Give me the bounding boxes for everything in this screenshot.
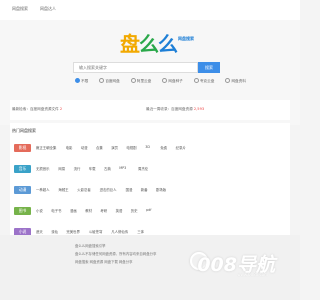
search-options: 不限 百度网盘 阿里云盘 网盘种子 夸克云盘 网盘资料	[75, 78, 256, 84]
watermark-url: www.008fl.com	[237, 272, 268, 277]
option-all[interactable]: 不限	[75, 78, 93, 83]
search-button[interactable]: 搜索	[198, 62, 220, 73]
hot-keyword[interactable]: 车载	[89, 166, 96, 171]
footer-links[interactable]: 网盘搜索 网盘资源 网盘下载 网盘分享	[75, 259, 132, 264]
hot-keyword[interactable]: 国漫	[126, 187, 133, 192]
footer-line-1: 盘么么网盘搜索引擎	[75, 244, 106, 248]
stats-bar: 最新检索：百度网盘资源文件 2 最近一周收录：百度网盘资源 2,593	[10, 100, 290, 120]
hot-keyword[interactable]: 三体	[137, 229, 144, 234]
hot-keyword[interactable]: 新番	[141, 187, 148, 192]
category-tag[interactable]: 音乐	[14, 165, 31, 173]
hot-keyword[interactable]: 斗破苍穹	[89, 229, 103, 234]
hot-keyword[interactable]: 诛仙	[51, 229, 58, 234]
hot-search-panel: 热门网盘搜索 影视 雍正王朝全集 电影 动漫 合集 演员 电视剧 3D 免费 纪录片 音乐 无损音乐网…	[10, 123, 290, 250]
hot-row: 动漫 一拳超人 海贼王 火影忍者 进击的巨人 国漫 新番 剧场版	[12, 183, 288, 197]
hot-row: 音乐 无损音乐 网易 流行 车载 古典 MP3 周杰伦	[12, 162, 288, 176]
hot-keyword[interactable]: 免费	[160, 145, 167, 150]
footer-line-2: 盘么么不存储任何网盘资源，所有内容均来自网盘分享	[75, 252, 157, 256]
hot-row: 影视 雍正王朝全集 电影 动漫 合集 演员 电视剧 3D 免费 纪录片	[12, 141, 288, 155]
category-tag[interactable]: 影视	[14, 144, 31, 152]
hot-keyword[interactable]: 电视剧	[126, 145, 136, 150]
category-tag[interactable]: 图书	[14, 207, 31, 215]
option-torrent[interactable]: 网盘种子	[162, 78, 187, 83]
site-logo[interactable]: 盘么么	[120, 28, 178, 57]
hot-keyword[interactable]: 教材	[85, 208, 92, 213]
option-aliyun[interactable]: 阿里云盘	[130, 78, 156, 83]
option-material[interactable]: 网盘资料	[225, 78, 250, 83]
search-input[interactable]	[73, 62, 198, 73]
hot-keyword[interactable]: pdf	[146, 208, 152, 212]
hot-keyword[interactable]: 周杰伦	[138, 166, 148, 171]
hot-keyword[interactable]: 一拳超人	[36, 187, 50, 192]
logo-subtitle: 网盘搜索	[178, 36, 194, 41]
panel-title: 热门网盘搜索	[12, 128, 36, 133]
hot-keyword[interactable]: 剧场版	[156, 187, 166, 192]
hot-keyword[interactable]: 凡人修仙传	[111, 229, 128, 234]
hot-keyword[interactable]: 英语	[116, 208, 123, 213]
hot-keyword[interactable]: 纪录片	[176, 145, 186, 150]
top-bar: 网盘搜索 网盘达人	[0, 0, 300, 21]
hot-keyword[interactable]: 雍正王朝全集	[36, 145, 56, 150]
hot-keyword[interactable]: 古典	[104, 166, 111, 171]
hot-keyword[interactable]: 合集	[96, 145, 103, 150]
hot-keyword[interactable]: 流行	[74, 166, 81, 171]
hot-keyword[interactable]: 遮天	[36, 229, 43, 234]
hot-keyword[interactable]: 电影	[66, 145, 73, 150]
nav-entry-link[interactable]: 网盘达人	[40, 6, 56, 12]
hot-keyword[interactable]: 火影忍者	[77, 187, 91, 192]
hot-keyword[interactable]: 3D	[145, 145, 150, 149]
hot-keyword[interactable]: 演员	[111, 145, 118, 150]
hot-keyword[interactable]: 海贼王	[58, 187, 68, 192]
category-tag[interactable]: 动漫	[14, 186, 31, 194]
hot-row: 图书 小说 电子书 漫画 教材 考研 英语 历史 pdf	[12, 204, 288, 218]
hot-keyword[interactable]: 考研	[100, 208, 107, 213]
hot-keyword[interactable]: 完美世界	[66, 229, 80, 234]
stats-right: 最近一周收录：百度网盘资源 2,593	[146, 107, 205, 111]
stats-left: 最新检索：百度网盘资源文件 2	[12, 107, 63, 111]
hot-keyword[interactable]: 小说	[36, 208, 43, 213]
hot-keyword[interactable]: 动漫	[81, 145, 88, 150]
hot-keyword[interactable]: 进击的巨人	[100, 187, 117, 192]
option-baidu[interactable]: 百度网盘	[99, 78, 124, 83]
hot-keyword[interactable]: 电子书	[51, 208, 61, 213]
hot-keyword[interactable]: 漫画	[70, 208, 77, 213]
nav-home-link[interactable]: 网盘搜索	[12, 6, 28, 12]
hot-keyword[interactable]: 历史	[131, 208, 138, 213]
hot-keyword[interactable]: MP3	[119, 166, 126, 170]
hot-keyword[interactable]: 无损音乐	[36, 166, 50, 171]
hot-keyword[interactable]: 网易	[58, 166, 65, 171]
option-quark[interactable]: 夸克云盘	[193, 78, 219, 83]
